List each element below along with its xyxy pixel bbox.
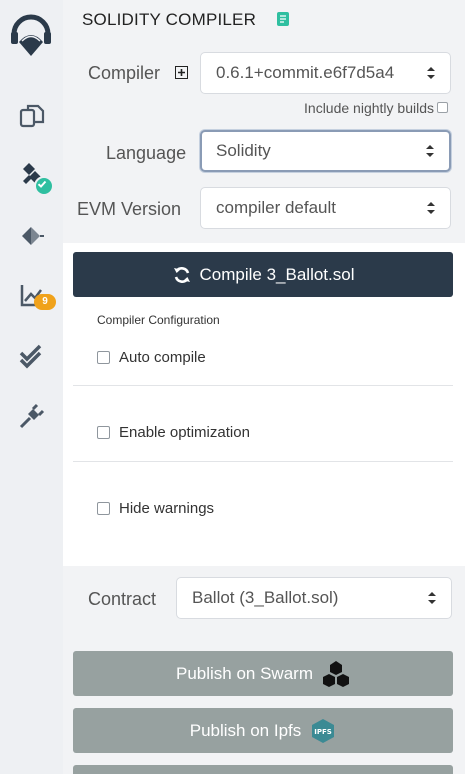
compile-button[interactable]: Compile 3_Ballot.sol bbox=[73, 252, 453, 297]
documentation-icon[interactable] bbox=[276, 11, 290, 32]
hide-warnings-option[interactable]: Hide warnings bbox=[97, 500, 214, 517]
file-explorer-icon[interactable] bbox=[14, 98, 50, 134]
plugin-manager-icon[interactable] bbox=[14, 398, 50, 434]
swarm-logo-icon bbox=[323, 660, 349, 687]
compiler-panel: SOLIDITY COMPILER Compiler 0.6.1+commit.… bbox=[63, 0, 465, 774]
auto-compile-option[interactable]: Auto compile bbox=[97, 349, 206, 366]
panel-title: SOLIDITY COMPILER bbox=[82, 10, 257, 29]
analysis-icon[interactable]: 9 bbox=[14, 278, 56, 314]
enable-optimization-label: Enable optimization bbox=[119, 424, 250, 441]
publish-ipfs-label: Publish on Ipfs bbox=[189, 720, 302, 740]
testing-icon[interactable] bbox=[14, 338, 50, 374]
select-caret-icon bbox=[427, 202, 435, 214]
compiler-label: Compiler bbox=[88, 63, 161, 83]
select-caret-icon bbox=[427, 67, 435, 79]
select-caret-icon bbox=[428, 592, 436, 604]
ipfs-logo-text: IPFS bbox=[314, 728, 332, 736]
auto-compile-checkbox[interactable] bbox=[97, 351, 110, 364]
select-caret-icon bbox=[426, 145, 434, 157]
add-compiler-icon[interactable] bbox=[175, 66, 188, 79]
evm-version-label: EVM Version bbox=[77, 199, 182, 219]
auto-compile-label: Auto compile bbox=[119, 349, 206, 366]
hide-warnings-label: Hide warnings bbox=[119, 500, 215, 517]
remix-logo-icon[interactable] bbox=[6, 12, 56, 62]
partially-visible-button[interactable] bbox=[73, 765, 453, 774]
refresh-icon bbox=[173, 266, 190, 283]
contract-label: Contract bbox=[88, 589, 157, 609]
deploy-run-icon[interactable] bbox=[14, 218, 50, 254]
contract-value: Ballot (3_Ballot.sol) bbox=[192, 588, 339, 607]
language-select[interactable]: Solidity bbox=[200, 130, 451, 172]
solidity-compiler-icon[interactable] bbox=[14, 158, 54, 196]
enable-optimization-checkbox[interactable] bbox=[97, 426, 110, 439]
compiler-version-select[interactable]: 0.6.1+commit.e6f7d5a4 bbox=[200, 52, 451, 94]
divider bbox=[73, 385, 453, 386]
compile-success-badge bbox=[34, 176, 54, 196]
publish-swarm-label: Publish on Swarm bbox=[175, 663, 313, 683]
nightly-builds-checkbox[interactable] bbox=[437, 102, 448, 113]
hide-warnings-checkbox[interactable] bbox=[97, 502, 110, 515]
language-label: Language bbox=[106, 143, 187, 163]
compiler-version-value: 0.6.1+commit.e6f7d5a4 bbox=[216, 63, 395, 82]
evm-version-select[interactable]: compiler default bbox=[200, 187, 451, 229]
icon-rail: 9 bbox=[0, 0, 63, 774]
language-value: Solidity bbox=[216, 141, 271, 160]
compiler-configuration-title: Compiler Configuration bbox=[97, 313, 220, 327]
enable-optimization-option[interactable]: Enable optimization bbox=[97, 424, 250, 441]
publish-ipfs-button[interactable]: Publish on Ipfs IPFS bbox=[73, 708, 453, 753]
nightly-builds-label: Include nightly builds bbox=[304, 100, 434, 116]
publish-swarm-button[interactable]: Publish on Swarm bbox=[73, 651, 453, 696]
analysis-count-badge: 9 bbox=[34, 294, 56, 310]
contract-select[interactable]: Ballot (3_Ballot.sol) bbox=[176, 577, 452, 619]
divider bbox=[73, 461, 453, 462]
ipfs-logo-icon: IPFS bbox=[312, 718, 335, 743]
compile-button-label: Compile 3_Ballot.sol bbox=[199, 264, 355, 284]
evm-version-value: compiler default bbox=[216, 198, 337, 217]
